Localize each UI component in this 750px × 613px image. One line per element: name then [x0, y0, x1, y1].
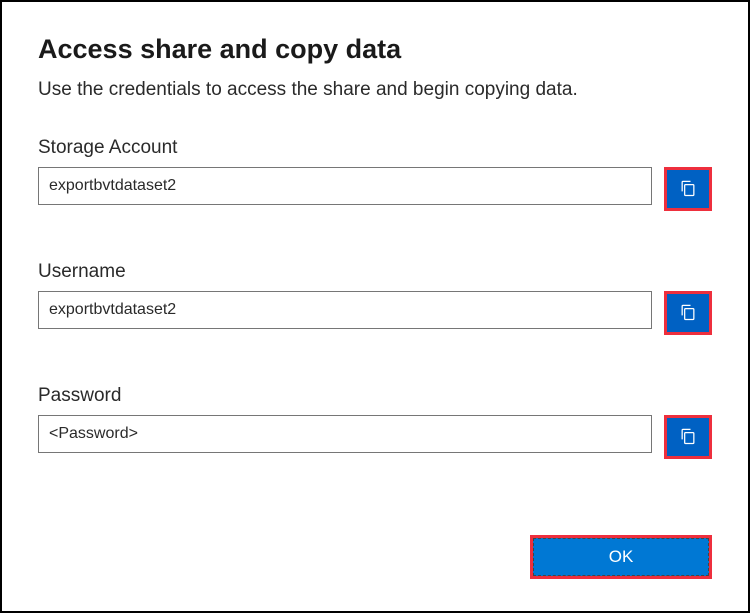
- copy-storage-account-button[interactable]: [667, 170, 709, 208]
- copy-highlight: [664, 167, 712, 211]
- copy-highlight: [664, 291, 712, 335]
- dialog-title: Access share and copy data: [38, 34, 712, 65]
- access-share-dialog: Access share and copy data Use the crede…: [0, 0, 750, 613]
- password-group: Password: [38, 385, 712, 459]
- username-input[interactable]: [38, 291, 652, 329]
- dialog-subtitle: Use the credentials to access the share …: [38, 79, 712, 101]
- username-group: Username: [38, 261, 712, 335]
- password-input[interactable]: [38, 415, 652, 453]
- storage-account-group: Storage Account: [38, 137, 712, 211]
- storage-account-label: Storage Account: [38, 137, 712, 159]
- copy-password-button[interactable]: [667, 418, 709, 456]
- ok-highlight: OK: [530, 535, 712, 579]
- copy-username-button[interactable]: [667, 294, 709, 332]
- password-row: [38, 415, 712, 459]
- password-label: Password: [38, 385, 712, 407]
- copy-icon: [678, 178, 698, 201]
- username-label: Username: [38, 261, 712, 283]
- dialog-footer: OK: [530, 535, 712, 579]
- username-row: [38, 291, 712, 335]
- ok-button[interactable]: OK: [533, 538, 709, 576]
- copy-highlight: [664, 415, 712, 459]
- copy-icon: [678, 302, 698, 325]
- storage-account-input[interactable]: [38, 167, 652, 205]
- copy-icon: [678, 426, 698, 449]
- storage-account-row: [38, 167, 712, 211]
